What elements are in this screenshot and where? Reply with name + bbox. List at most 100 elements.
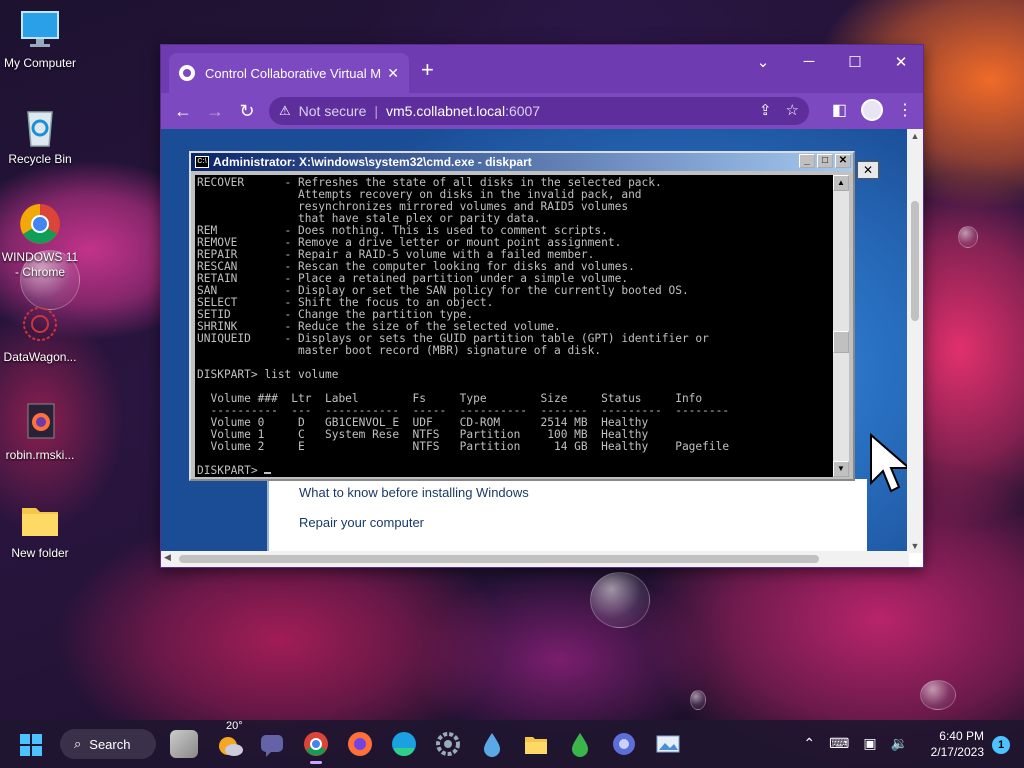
tab-title: Control Collaborative Virtual Ma <box>205 65 382 81</box>
repair-computer-link[interactable]: Repair your computer <box>299 515 424 530</box>
minimize-button[interactable]: ─ <box>797 53 821 70</box>
url-port: :6007 <box>505 103 541 119</box>
teams-chat-icon[interactable] <box>258 730 286 758</box>
clock-time: 6:40 PM <box>939 729 984 743</box>
cmd-icon: C:\ <box>195 156 209 168</box>
settings-gear-icon[interactable] <box>434 730 462 758</box>
address-bar[interactable]: ⚠ Not secure | vm5.collabnet.local :6007… <box>269 97 809 125</box>
windows-logo-pane <box>20 746 30 756</box>
search-icon: ⌕ <box>74 736 82 751</box>
new-tab-button[interactable]: + <box>421 59 434 81</box>
start-button[interactable] <box>20 734 42 756</box>
desktop-icon-my-computer[interactable]: My Computer <box>0 8 80 71</box>
network-app-icon[interactable] <box>610 730 638 758</box>
monitor-icon <box>18 8 62 52</box>
what-to-know-link[interactable]: What to know before installing Windows <box>299 485 529 500</box>
photos-app-icon[interactable] <box>654 730 682 758</box>
firefox-icon[interactable] <box>346 730 374 758</box>
tab-active[interactable]: Control Collaborative Virtual Ma ✕ <box>169 53 409 93</box>
scroll-down-arrow-icon[interactable]: ▼ <box>833 461 849 477</box>
scroll-up-arrow-icon[interactable]: ▲ <box>833 175 849 191</box>
tab-search-chevron-icon[interactable]: ⌄ <box>751 53 775 71</box>
reload-button[interactable]: ↻ <box>231 101 263 122</box>
wallpaper-bubble <box>690 690 706 710</box>
scroll-up-arrow-icon[interactable]: ▲ <box>907 131 923 141</box>
desktop-icon-label: DataWagon... <box>3 350 77 364</box>
cmd-titlebar[interactable]: C:\ Administrator: X:\windows\system32\c… <box>191 153 853 171</box>
url-host: vm5.collabnet.local <box>386 103 506 119</box>
keyboard-icon[interactable]: ⌨ <box>829 735 849 752</box>
green-drop-icon[interactable] <box>566 730 594 758</box>
windows-setup-panel: What to know before installing Windows R… <box>267 479 867 553</box>
console-text: RECOVER - Refreshes the state of all dis… <box>197 176 730 477</box>
globe-icon <box>179 65 195 81</box>
cmd-maximize-button[interactable]: □ <box>817 154 833 168</box>
bookmark-star-icon[interactable]: ☆ <box>786 101 799 119</box>
back-button[interactable]: ← <box>167 101 199 122</box>
weather-temp: 20° <box>226 720 243 732</box>
scroll-down-arrow-icon[interactable]: ▼ <box>907 541 923 551</box>
cmd-close-button[interactable]: ✕ <box>835 154 851 168</box>
browser-window: Control Collaborative Virtual Ma ✕ + ⌄ ─… <box>160 44 924 568</box>
cmd-title: Administrator: X:\windows\system32\cmd.e… <box>213 155 532 169</box>
desktop-icon-new-folder[interactable]: New folder <box>0 498 80 561</box>
taskbar-search[interactable]: ⌕ Search <box>60 729 156 759</box>
page-hscroll-thumb[interactable] <box>179 555 819 563</box>
scroll-left-arrow-icon[interactable]: ◀ <box>164 552 171 563</box>
maximize-button[interactable]: ☐ <box>843 53 867 71</box>
mouse-pointer-icon <box>870 433 909 493</box>
folder-icon <box>18 498 62 542</box>
console-cursor <box>264 472 272 474</box>
desktop-icon-label: Recycle Bin <box>8 152 72 166</box>
browser-titlebar: Control Collaborative Virtual Ma ✕ + ⌄ ─… <box>161 45 923 93</box>
security-label[interactable]: Not secure <box>299 103 367 119</box>
desktop-icon-label: New folder <box>11 546 69 560</box>
datawagon-icon <box>18 302 62 346</box>
profile-avatar[interactable] <box>861 99 883 121</box>
chrome-taskbar-icon[interactable] <box>302 730 330 764</box>
file-explorer-icon[interactable] <box>522 730 550 758</box>
firefox-file-icon <box>18 400 62 444</box>
recycle-bin-icon <box>18 104 62 148</box>
warning-icon: ⚠ <box>279 103 291 118</box>
close-button[interactable]: ✕ <box>889 53 913 71</box>
windows-logo-pane <box>32 734 42 744</box>
desktop-icon-label: robin.rmski... <box>5 448 75 462</box>
taskbar: ⌕ Search 20° ⌃ ⌨ ▣ 🔉 6:40 PM 2/17/2023 1 <box>0 720 1024 768</box>
address-separator: | <box>374 103 378 119</box>
menu-kebab-icon[interactable]: ⋮ <box>897 100 913 120</box>
taskbar-clock[interactable]: 6:40 PM 2/17/2023 <box>931 728 984 760</box>
page-scroll-thumb[interactable] <box>911 201 919 321</box>
clock-date: 2/17/2023 <box>930 745 984 759</box>
windows-logo-pane <box>20 734 30 744</box>
chevron-up-icon[interactable]: ⌃ <box>803 735 815 752</box>
desktop-icon-label: My Computer <box>3 56 77 70</box>
desktop-icon-chrome-shortcut[interactable]: WINDOWS 11 - Chrome <box>0 202 80 280</box>
cmd-scroll-thumb[interactable] <box>833 331 849 353</box>
task-view-icon[interactable] <box>170 730 198 758</box>
share-icon[interactable]: ⇪ <box>759 101 772 119</box>
desktop-icon-label: WINDOWS 11 - Chrome <box>1 250 79 279</box>
display-icon[interactable]: ▣ <box>863 735 876 752</box>
forward-button[interactable]: → <box>199 101 231 122</box>
desktop-icon-robin[interactable]: robin.rmski... <box>0 400 80 463</box>
volume-icon[interactable]: 🔉 <box>891 735 908 752</box>
cmd-window[interactable]: C:\ Administrator: X:\windows\system32\c… <box>189 151 855 481</box>
droplet-app-icon[interactable] <box>478 730 506 758</box>
side-panel-icon[interactable]: ◧ <box>832 100 847 120</box>
weather-widget[interactable]: 20° <box>216 720 244 758</box>
desktop-icon-datawagon[interactable]: DataWagon... <box>0 302 80 365</box>
edge-icon[interactable] <box>390 730 418 758</box>
remote-desktop-viewport[interactable]: ✕ What to know before installing Windows… <box>161 129 909 553</box>
search-label: Search <box>89 736 131 752</box>
page-vertical-scrollbar[interactable]: ▲ ▼ <box>907 129 923 553</box>
setup-window-close-button[interactable]: ✕ <box>857 161 879 179</box>
page-horizontal-scrollbar[interactable]: ◀ <box>161 551 909 567</box>
tab-close-icon[interactable]: ✕ <box>387 65 399 82</box>
console-output[interactable]: RECOVER - Refreshes the state of all dis… <box>195 175 835 477</box>
cmd-minimize-button[interactable]: _ <box>799 154 815 168</box>
desktop-icon-recycle-bin[interactable]: Recycle Bin <box>0 104 80 167</box>
windows-logo-pane <box>32 746 42 756</box>
cmd-scrollbar[interactable]: ▲ ▼ <box>833 175 849 477</box>
notification-badge[interactable]: 1 <box>992 736 1010 754</box>
